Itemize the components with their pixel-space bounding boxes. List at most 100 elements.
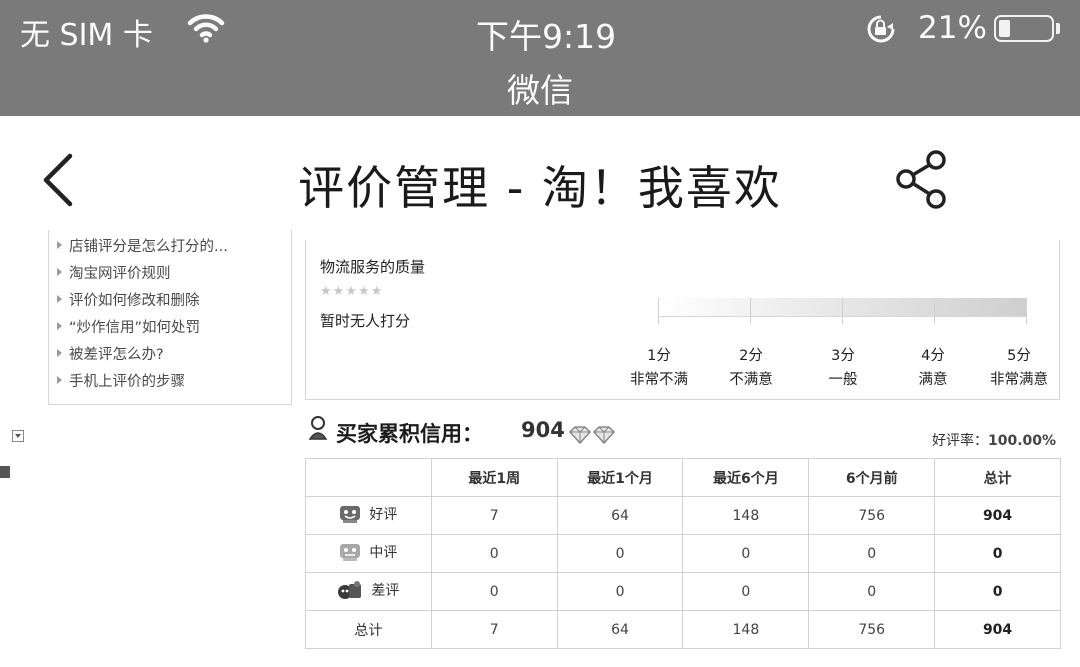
battery-percent: 21%	[918, 10, 987, 46]
scale-score: 3分	[831, 348, 855, 364]
help-link[interactable]: 淘宝网评价规则	[57, 262, 171, 283]
table-row: 中评 0 0 0 0 0	[305, 534, 1061, 573]
help-link[interactable]: 店铺评分是怎么打分的...	[57, 235, 228, 256]
table-cell[interactable]: 756	[808, 496, 936, 535]
table-cell-total[interactable]: 0	[934, 534, 1061, 573]
table-header-cell: 最近1个月	[556, 458, 684, 497]
scale-tick	[750, 298, 751, 324]
table-cell[interactable]: 0	[808, 534, 936, 573]
table-cell[interactable]: 7	[430, 496, 558, 535]
help-link[interactable]: 手机上评价的步骤	[57, 370, 185, 391]
table-header-cell: 6个月前	[808, 458, 936, 497]
share-button[interactable]	[890, 148, 952, 210]
neutral-rating-icon	[340, 543, 361, 561]
table-cell-total: 904	[934, 610, 1061, 649]
rating-category-title: 物流服务的质量	[320, 258, 426, 276]
table-cell[interactable]: 0	[430, 534, 558, 573]
row-label-cell: 差评	[305, 572, 432, 611]
scale-label: 4分满意	[888, 344, 978, 392]
table-cell[interactable]: 0	[556, 534, 684, 573]
scale-tick	[658, 298, 659, 324]
help-link[interactable]: 评价如何修改和删除	[57, 289, 200, 310]
scale-text: 不满意	[729, 372, 773, 388]
service-rating-panel: 物流服务的质量 ★★★★★ 暂时无人打分 1分非常不满 2分 不满意 3分 一般 4…	[305, 240, 1060, 400]
help-link-label: 店铺评分是怎么打分的...	[69, 239, 228, 255]
table-cell[interactable]: 0	[430, 572, 558, 611]
table-cell: 148	[682, 610, 810, 649]
carrier-label: 无 SIM 卡	[20, 18, 153, 53]
buyer-credit-title: 买家累积信用：	[336, 422, 483, 446]
table-header-cell	[305, 458, 432, 497]
help-link-label: “炒作信用”如何处罚	[69, 320, 201, 336]
bullet-triangle-icon	[57, 349, 62, 357]
scale-text: 非常满意	[990, 372, 1048, 388]
row-label-text: 中评	[369, 544, 398, 561]
table-row: 好评 7 64 148 756 904	[305, 496, 1061, 535]
credit-score: 904	[521, 418, 565, 442]
page-title: 评价管理 - 淘！我喜欢	[298, 161, 782, 215]
table-cell[interactable]: 0	[682, 534, 810, 573]
table-cell: 756	[808, 610, 936, 649]
chevron-left-icon	[43, 153, 73, 207]
table-cell[interactable]: 64	[556, 496, 684, 535]
battery-icon	[994, 15, 1054, 42]
good-rate-label: 好评率：	[932, 433, 988, 449]
help-link-label: 淘宝网评价规则	[69, 266, 171, 282]
battery-level-fill	[999, 20, 1010, 37]
bullet-triangle-icon	[57, 268, 62, 276]
row-label-text: 总计	[354, 622, 383, 639]
battery-tip	[1056, 23, 1060, 34]
row-label-text: 好评	[369, 506, 398, 523]
scale-label: 1分非常不满	[614, 344, 704, 392]
bullet-triangle-icon	[57, 376, 62, 384]
table-row-total: 总计 7 64 148 756 904	[305, 610, 1061, 649]
table-cell[interactable]: 0	[808, 572, 936, 611]
help-link-label: 被差评怎么办?	[69, 347, 164, 363]
row-label-cell: 好评	[305, 496, 432, 535]
star-rating: ★★★★★	[320, 284, 384, 299]
table-cell: 64	[556, 610, 684, 649]
help-link-label: 手机上评价的步骤	[69, 374, 185, 390]
help-links-panel: 店铺评分是怎么打分的... 淘宝网评价规则 评价如何修改和删除 “炒作信用”如何…	[48, 230, 292, 405]
table-cell[interactable]: 0	[682, 572, 810, 611]
status-bar: 无 SIM 卡 下午9:19 21% 微信	[0, 0, 1080, 116]
scale-text: 非常不满	[630, 372, 688, 388]
help-link[interactable]: “炒作信用”如何处罚	[57, 316, 200, 337]
buyer-icon	[308, 415, 330, 445]
scale-score: 5分	[1007, 348, 1031, 364]
share-icon	[896, 150, 946, 209]
table-cell-total[interactable]: 904	[934, 496, 1061, 535]
table-cell[interactable]: 0	[556, 572, 684, 611]
help-link[interactable]: 被差评怎么办?	[57, 343, 164, 364]
table-cell[interactable]: 148	[682, 496, 810, 535]
scale-text: 满意	[918, 372, 948, 388]
row-label-cell: 中评	[305, 534, 432, 573]
good-rate: 好评率：100.00%	[932, 430, 1056, 450]
table-cell: 7	[430, 610, 558, 649]
clock-time: 下午9:19	[476, 17, 617, 56]
app-name: 微信	[507, 71, 573, 110]
bad-rating-icon	[338, 580, 362, 599]
bullet-triangle-icon	[57, 322, 62, 330]
no-rating-text: 暂时无人打分	[320, 312, 411, 330]
scale-tick	[934, 298, 935, 324]
row-label-cell: 总计	[305, 610, 432, 649]
bullet-triangle-icon	[57, 295, 62, 303]
scale-label: 2分 不满意	[706, 344, 796, 392]
bullet-triangle-icon	[57, 241, 62, 249]
table-header-row: 最近1周 最近1个月 最近6个月 6个月前 总计	[305, 458, 1061, 497]
collapse-toggle[interactable]	[12, 430, 24, 442]
good-rating-icon	[340, 505, 361, 523]
table-cell-total[interactable]: 0	[934, 572, 1061, 611]
scale-score: 1分	[647, 348, 671, 364]
wifi-icon	[186, 12, 226, 48]
side-badge-icon	[0, 466, 10, 478]
scale-tick	[1026, 298, 1027, 324]
scale-tick	[842, 298, 843, 324]
scale-score: 4分	[921, 348, 945, 364]
rotation-lock-icon	[864, 14, 898, 48]
scale-label: 3分 一般	[798, 344, 888, 392]
table-header-cell: 最近1周	[430, 458, 558, 497]
back-button[interactable]	[38, 150, 88, 210]
diamond-level-icon	[568, 426, 616, 448]
